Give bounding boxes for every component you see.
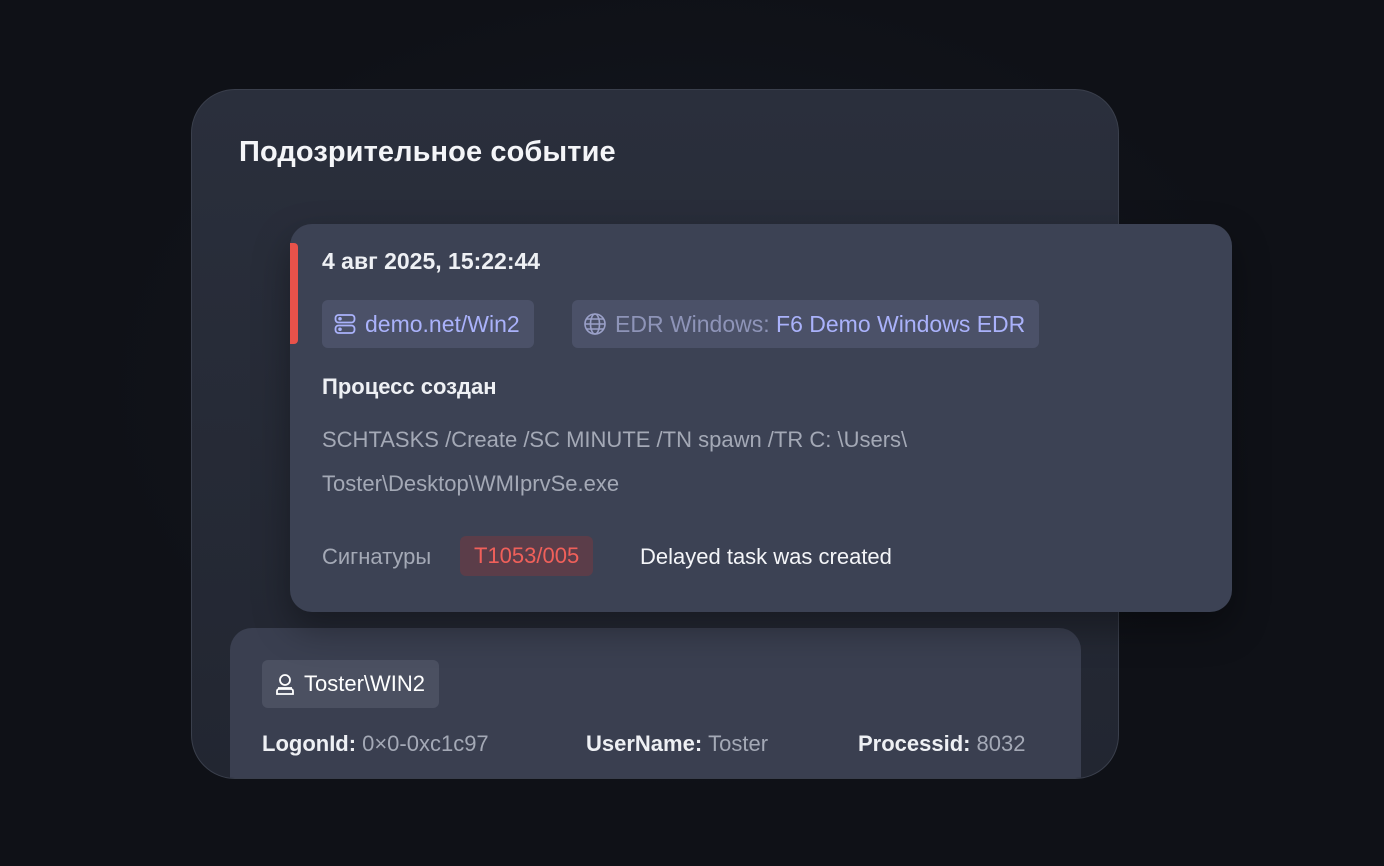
field-logon-id-key: LogonId: <box>262 731 357 756</box>
severity-indicator <box>290 243 298 344</box>
event-details-card: Toster\WIN2 LogonId: 0×0-0xc1c97 UserName… <box>230 628 1081 778</box>
signature-description: Delayed task was created <box>640 544 892 569</box>
field-process-id: Processid: 8032 <box>858 731 1025 757</box>
host-chip-label: demo.net/Win2 <box>365 310 520 337</box>
field-logon-id: LogonId: 0×0-0xc1c97 <box>262 731 489 757</box>
field-process-id-key: Processid: <box>858 731 971 756</box>
host-chip[interactable]: demo.net/Win2 <box>322 300 534 348</box>
page-title: Подозрительное событие <box>239 136 616 168</box>
command-line: SCHTASKS /Create /SC MINUTE /TN spawn /T… <box>322 427 908 496</box>
globe-icon <box>583 312 607 336</box>
source-type: EDR Windows: <box>615 310 770 337</box>
source-chip[interactable]: EDR Windows: F6 Demo Windows EDR <box>572 300 1040 348</box>
event-card[interactable]: 4 авг 2025, 15:22:44 demo.net/Win2 EDR W… <box>290 224 1232 612</box>
user-chip-label: Toster\WIN2 <box>304 671 426 696</box>
field-logon-id-value: 0×0-0xc1c97 <box>362 731 489 756</box>
field-user-name: UserName: Toster <box>586 731 768 757</box>
event-name: Процесс создан <box>322 374 497 399</box>
user-chip[interactable]: Toster\WIN2 <box>262 660 440 708</box>
server-icon <box>333 312 357 336</box>
field-process-id-value: 8032 <box>976 731 1026 756</box>
user-icon <box>274 672 296 696</box>
field-user-name-key: UserName: <box>586 731 703 756</box>
event-timestamp: 4 авг 2025, 15:22:44 <box>322 248 541 274</box>
signatures-label: Сигнатуры <box>322 544 432 569</box>
source-name: F6 Demo Windows EDR <box>776 310 1026 337</box>
technique-badge[interactable]: T1053/005 <box>460 536 594 576</box>
field-user-name-value: Toster <box>708 731 769 756</box>
